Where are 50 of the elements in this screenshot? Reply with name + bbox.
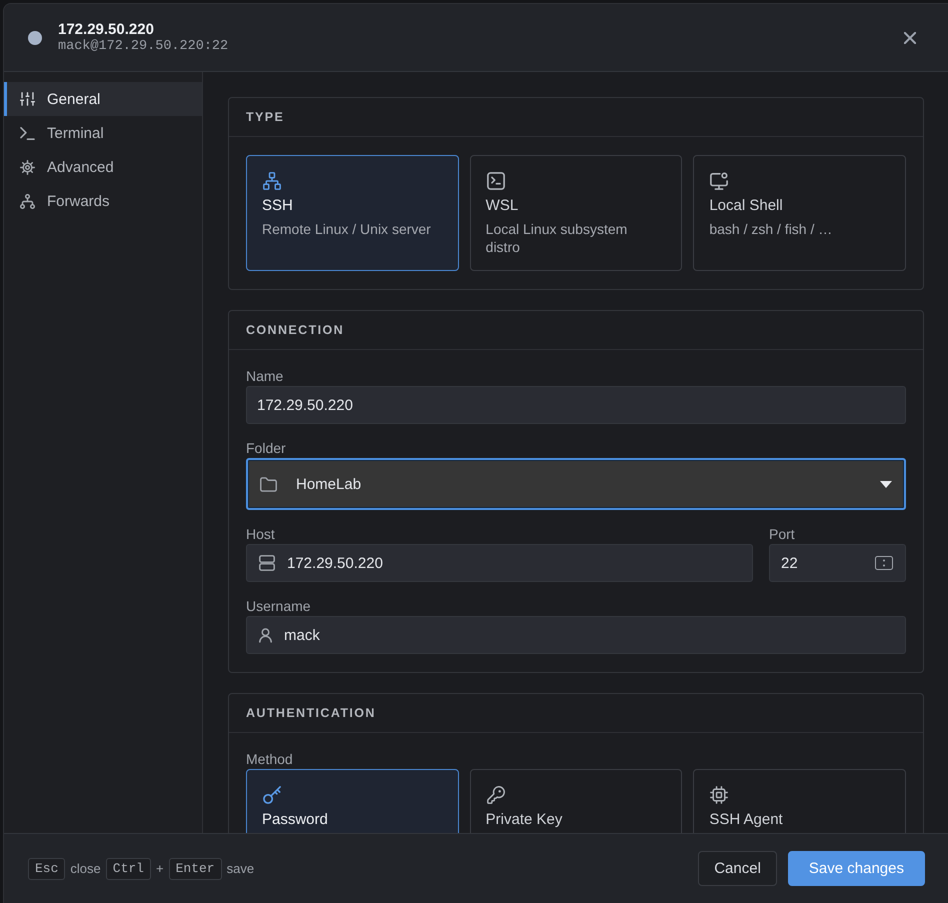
folder-icon [260, 476, 277, 492]
terminal-icon [486, 172, 505, 190]
server-icon [259, 555, 275, 571]
key-cap: Esc [28, 858, 66, 880]
text-field[interactable]: mack [246, 616, 906, 654]
number-field[interactable]: 22 [769, 544, 906, 582]
sidebar-item[interactable]: General [4, 82, 202, 116]
option-card[interactable]: Private Key [470, 769, 682, 833]
key-cap: Ctrl [106, 858, 151, 880]
field-label: Port [769, 526, 796, 543]
text-field[interactable]: 172.29.50.220 [246, 544, 753, 582]
option-card[interactable]: SSH Agent [693, 769, 906, 833]
field-label: Username [246, 598, 312, 615]
option-card[interactable]: WSL Local Linux subsystem distro [470, 155, 682, 271]
network-icon [263, 172, 281, 190]
dialog-title: 172.29.50.220 [58, 20, 155, 38]
cancel-button[interactable]: Cancel [698, 851, 777, 886]
caret-icon [880, 480, 892, 488]
key-icon [263, 786, 281, 804]
status-dot-icon [28, 30, 42, 44]
sidebar-item[interactable]: Advanced [4, 150, 202, 184]
section-title: TYPE [246, 110, 284, 124]
section-title: AUTHENTICATION [246, 706, 376, 720]
sliders-icon [20, 92, 35, 106]
shortcut-hint: close [69, 861, 102, 876]
shortcut-hint: save [226, 861, 256, 876]
key-cap: Enter [168, 858, 222, 880]
field-label: Folder [246, 440, 287, 457]
text-field[interactable]: 172.29.50.220 [246, 386, 906, 424]
user-icon [259, 628, 272, 642]
sidebar-item[interactable]: Terminal [4, 116, 202, 150]
terminal-icon [20, 126, 35, 140]
option-card[interactable]: Password [246, 769, 459, 833]
gear-icon [20, 160, 35, 174]
field-label: Host [246, 526, 276, 543]
section-title: CONNECTION [246, 323, 344, 337]
field-label: Name [246, 368, 284, 385]
sidebar-item[interactable]: Forwards [4, 184, 202, 218]
monitor-icon [710, 172, 728, 190]
network-icon [20, 194, 35, 208]
connection-address: mack@172.29.50.220:22 [58, 38, 230, 54]
key-icon [486, 786, 505, 804]
option-card[interactable]: SSH Remote Linux / Unix server [246, 155, 459, 271]
chip-icon [710, 786, 728, 804]
close-icon [904, 32, 916, 44]
spinner-icon[interactable] [875, 556, 893, 570]
plus-sign: + [154, 861, 165, 876]
dropdown-field[interactable]: HomeLab [246, 458, 906, 510]
field-label: Method [246, 751, 294, 768]
option-card[interactable]: Local Shell bash / zsh / fish / … [693, 155, 906, 271]
